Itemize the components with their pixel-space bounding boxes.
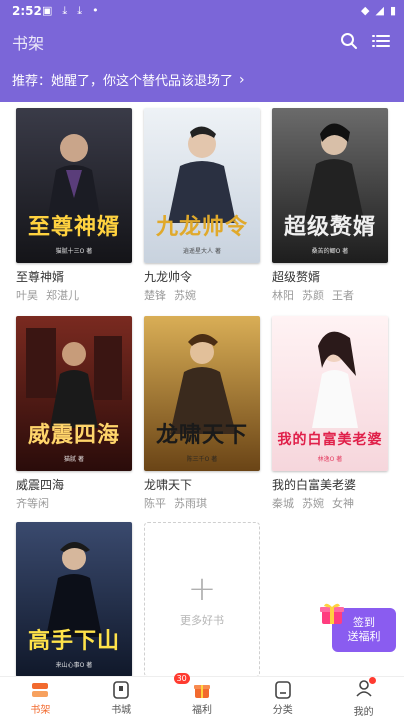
tab-welfare[interactable]: 30 福利 (162, 673, 243, 720)
page-title: 书架 (12, 34, 45, 53)
tab-profile[interactable]: 我的 (323, 677, 404, 720)
book-tag: 苏雨琪 (174, 497, 207, 510)
cover-author: 逍遥星大人 著 (183, 248, 221, 255)
book-item[interactable]: 我的白富美老婆 林逸O 著 我的白富美老婆 秦城 苏婉 女神 (272, 316, 388, 511)
cover-title: 高手下山 (27, 629, 120, 654)
book-cover[interactable]: 威震四海 猫腻 著 (16, 316, 132, 471)
profile-icon-wrap (354, 677, 376, 701)
gift-icon (193, 685, 210, 698)
book-tags: 陈平 苏雨琪 (144, 495, 260, 511)
book-cover[interactable]: 我的白富美老婆 林逸O 著 (272, 316, 388, 471)
bookstore-icon (113, 681, 129, 699)
signin-line2: 送福利 (347, 630, 381, 643)
book-cover[interactable]: 龙啸天下 陈三千O 著 (144, 316, 260, 471)
book-cover[interactable]: 高手下山 来山心事O 著 (16, 522, 132, 677)
notification-dot (368, 677, 376, 684)
category-icon (274, 681, 291, 699)
system-icons: ◆ ◢ ▮ (361, 4, 396, 17)
notification-icons: ▣ ⤓ ⤓ • (42, 4, 99, 18)
tab-label: 书城 (111, 705, 132, 716)
status-time: 2:52 (12, 4, 42, 18)
cover-author: 来山心事O 著 (55, 662, 93, 669)
cover-author: 猫腻十三O 著 (55, 248, 93, 255)
gift-icon (320, 603, 344, 624)
header: 2:52 ▣ ⤓ ⤓ • ◆ ◢ ▮ 书架 推荐：她醒了，你这个替代品该退场了 … (0, 0, 404, 102)
book-tags: 林阳 苏颜 王者 (272, 287, 388, 303)
book-tag: 林阳 (272, 289, 294, 302)
book-tags: 楚锋 苏婉 (144, 287, 260, 303)
app-bar: 书架 (0, 22, 404, 60)
cover-title: 至尊神婿 (27, 215, 120, 240)
search-icon (341, 33, 357, 49)
book-tags: 秦城 苏婉 女神 (272, 495, 388, 511)
welfare-badge: 30 (173, 673, 190, 684)
book-tag: 秦城 (272, 497, 294, 510)
book-title: 龙啸天下 (144, 478, 193, 492)
book-title: 九龙帅令 (144, 270, 193, 284)
cover-title: 威震四海 (27, 423, 120, 448)
cover-title: 九龙帅令 (155, 215, 248, 240)
book-cover[interactable]: 至尊神婿 猫腻十三O 著 (16, 108, 132, 263)
cover-author: 林逸O 著 (317, 456, 343, 463)
book-tag: 陈平 (144, 497, 166, 510)
add-more-label: 更多好书 (180, 613, 224, 627)
book-cover[interactable]: 九龙帅令 逍遥星大人 著 (144, 108, 260, 263)
signin-floating-button[interactable]: 签到 送福利 (318, 600, 396, 652)
cover-author: 桑苦的鲫O 著 (311, 248, 349, 255)
status-bar: 2:52 ▣ ⤓ ⤓ • ◆ ◢ ▮ (0, 0, 404, 22)
tab-category[interactable]: 分类 (242, 677, 323, 720)
tab-label: 我的 (353, 707, 374, 718)
download-icon-2: ⤓ (77, 4, 83, 17)
download-icon: ⤓ (62, 4, 68, 17)
book-tag: 女神 (332, 497, 354, 510)
book-tag: 齐等闲 (16, 497, 49, 510)
cover-author: 猫腻 著 (64, 456, 84, 463)
recommend-banner[interactable]: 推荐：她醒了，你这个替代品该退场了 › (12, 70, 245, 90)
menu-button[interactable] (370, 30, 392, 52)
book-tag: 苏婉 (174, 289, 196, 302)
book-item[interactable]: 九龙帅令 逍遥星大人 著 九龙帅令 楚锋 苏婉 (144, 108, 260, 303)
add-more-books-button[interactable]: + 更多好书 (144, 522, 260, 677)
tab-bookshelf[interactable]: 书架 (0, 677, 81, 720)
tab-bookstore[interactable]: 书城 (81, 677, 162, 720)
bottom-tab-bar: 书架 书城 30 福利 分类 我的 (0, 673, 404, 720)
book-item[interactable]: 超级赘婿 桑苦的鲫O 著 超级赘婿 林阳 苏颜 王者 (272, 108, 388, 303)
book-cover[interactable]: 超级赘婿 桑苦的鲫O 著 (272, 108, 388, 263)
book-tags: 叶昊 郑湛儿 (16, 287, 132, 303)
book-item[interactable]: 高手下山 来山心事O 著 (16, 522, 132, 677)
chevron-right-icon: › (239, 71, 245, 88)
cover-title: 我的白富美老婆 (277, 432, 383, 448)
battery-icon: ▮ (389, 4, 396, 17)
wifi-icon: ◆ (361, 4, 370, 17)
cover-author: 陈三千O 著 (186, 456, 218, 463)
book-item[interactable]: 威震四海 猫腻 著 威震四海 齐等闲 (16, 316, 132, 511)
signal-icon: ◢ (375, 4, 384, 17)
book-tag: 郑湛儿 (46, 289, 79, 302)
tab-label: 书架 (30, 705, 51, 716)
search-button[interactable] (338, 30, 360, 52)
book-tag: 苏婉 (302, 497, 324, 510)
list-menu-icon (372, 35, 390, 47)
book-title: 威震四海 (16, 478, 65, 492)
image-notification-icon: ▣ (42, 4, 53, 17)
book-item[interactable]: 至尊神婿 猫腻十三O 著 至尊神婿 叶昊 郑湛儿 (16, 108, 132, 303)
book-title: 至尊神婿 (16, 270, 65, 284)
dot-icon: • (92, 4, 99, 17)
book-tag: 苏颜 (302, 289, 324, 302)
book-tag: 楚锋 (144, 289, 166, 302)
bookshelf-icon (32, 683, 49, 697)
book-title: 我的白富美老婆 (272, 478, 357, 492)
cover-title: 超级赘婿 (283, 215, 376, 240)
tab-label: 福利 (191, 705, 212, 716)
book-item[interactable]: 龙啸天下 陈三千O 著 龙啸天下 陈平 苏雨琪 (144, 316, 260, 511)
tab-label: 分类 (272, 705, 293, 716)
plus-icon: + (187, 568, 217, 609)
recommend-text: 推荐：她醒了，你这个替代品该退场了 (12, 74, 234, 89)
book-tag: 王者 (332, 289, 354, 302)
book-tags: 齐等闲 (16, 495, 132, 511)
book-title: 超级赘婿 (272, 270, 321, 284)
book-tag: 叶昊 (16, 289, 38, 302)
cover-title: 龙啸天下 (155, 423, 248, 448)
